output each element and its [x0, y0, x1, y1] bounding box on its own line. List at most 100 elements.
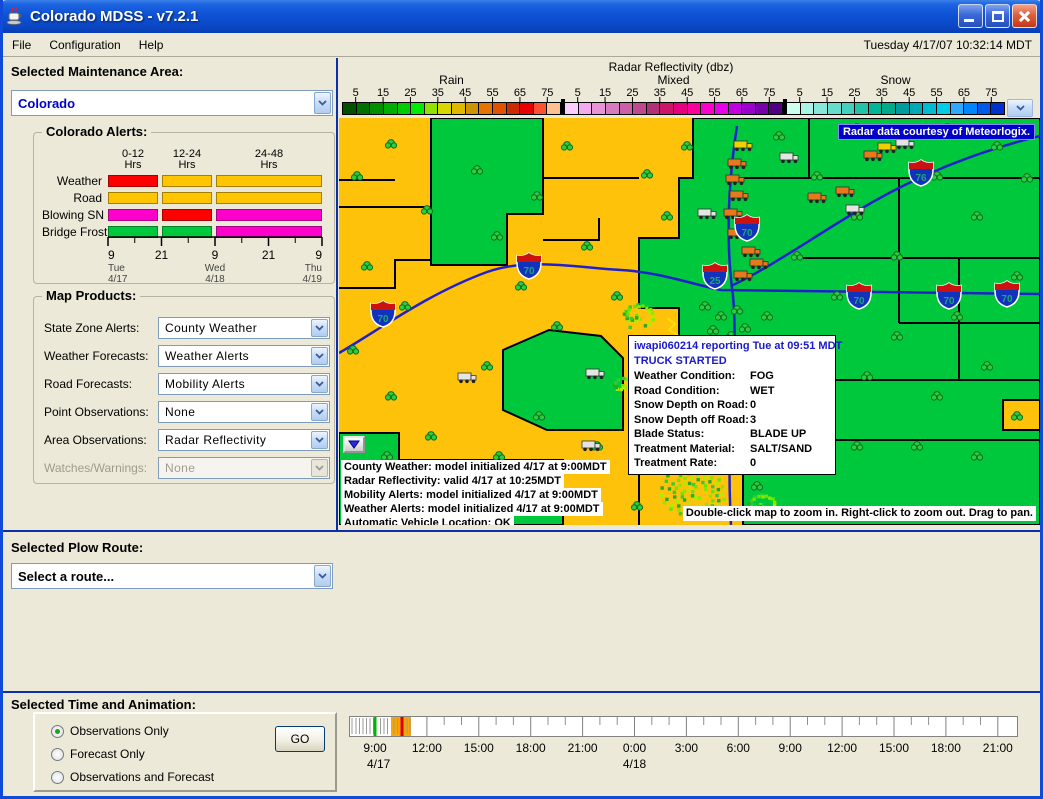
svg-text:9: 9 [212, 248, 219, 262]
svg-text:70: 70 [853, 296, 865, 307]
svg-text:9: 9 [108, 248, 115, 262]
alert-bar-red [162, 209, 212, 221]
plow-route-combo[interactable]: Select a route... [11, 563, 333, 589]
colorbar-scroll-button[interactable] [1007, 99, 1033, 117]
alerts-column-header: 24-48Hrs [216, 149, 322, 171]
colorbar-title: Radar Reflectivity (dbz) [339, 60, 1003, 74]
interstate-shield-25: 25 [703, 263, 727, 289]
alert-bar-magenta [216, 209, 322, 221]
station-marker-icon[interactable] [515, 282, 526, 291]
tooltip-field: Snow Depth off Road:3 [634, 413, 830, 428]
radio-label: Observations and Forecast [70, 770, 214, 784]
chevron-down-icon[interactable] [311, 403, 328, 421]
radio-option-observations-only[interactable]: Observations Only [51, 724, 169, 738]
minimize-button[interactable] [958, 4, 983, 28]
svg-text:Thu: Thu [305, 263, 322, 274]
menu-configuration[interactable]: Configuration [40, 35, 129, 55]
radio-option-forecast-only[interactable]: Forecast Only [51, 747, 145, 761]
map-products-title: Map Products: [42, 288, 140, 303]
product-combo-area-observations[interactable]: Radar Reflectivity [158, 429, 330, 451]
product-value: Weather Alerts [165, 349, 249, 363]
maximize-icon [992, 11, 1004, 22]
station-marker-icon[interactable] [385, 392, 396, 401]
station-marker-icon[interactable] [681, 142, 692, 151]
station-marker-icon[interactable] [351, 172, 362, 181]
svg-text:0:00: 0:00 [623, 741, 647, 755]
maintenance-area-combo[interactable]: Colorado [11, 90, 333, 116]
radio-option-observations-and-forecast[interactable]: Observations and Forecast [51, 770, 214, 784]
alert-bar-magenta [108, 209, 158, 221]
svg-text:70: 70 [1001, 294, 1013, 305]
station-marker-icon[interactable] [493, 452, 504, 461]
chevron-down-icon[interactable] [314, 565, 331, 587]
svg-text:18:00: 18:00 [516, 741, 546, 755]
chevron-down-icon[interactable] [311, 375, 328, 393]
alert-bar-gold [162, 192, 212, 204]
radio-icon[interactable] [51, 748, 64, 761]
station-marker-icon[interactable] [631, 502, 642, 511]
app-window: Colorado MDSS - v7.2.1 FileConfiguration… [0, 0, 1043, 799]
alert-row-label: Road [42, 191, 104, 205]
product-label: State Zone Alerts: [44, 321, 156, 335]
station-marker-icon[interactable] [551, 322, 562, 331]
truck-icon[interactable] [458, 373, 476, 383]
product-label: Watches/Warnings: [44, 461, 156, 475]
menu-bar: FileConfigurationHelp Tuesday 4/17/07 10… [3, 33, 1040, 57]
menu-help[interactable]: Help [130, 35, 173, 55]
alert-bar-gold [216, 175, 322, 187]
go-button[interactable]: GO [275, 726, 325, 752]
map-viewport[interactable]: 7070707625707070 Radar data courtesy of … [339, 118, 1040, 525]
menu-file[interactable]: File [3, 35, 40, 55]
svg-text:21: 21 [155, 248, 169, 262]
product-label: Road Forecasts: [44, 377, 156, 391]
tooltip-field: Blade Status:BLADE UP [634, 427, 830, 442]
station-marker-icon[interactable] [399, 302, 410, 311]
svg-text:21: 21 [262, 248, 276, 262]
close-button[interactable] [1012, 4, 1037, 28]
station-marker-icon[interactable] [385, 140, 396, 149]
station-marker-icon[interactable] [581, 242, 592, 251]
svg-text:Wed: Wed [205, 263, 225, 274]
radio-icon[interactable] [51, 771, 64, 784]
product-value: None [165, 405, 195, 419]
timeline-current-obs-marker [374, 717, 377, 736]
svg-text:70: 70 [377, 314, 389, 325]
alert-row-label: Blowing SN [42, 208, 104, 222]
station-marker-icon[interactable] [361, 262, 372, 271]
station-marker-icon[interactable] [425, 432, 436, 441]
svg-text:70: 70 [523, 266, 535, 277]
station-marker-icon[interactable] [641, 170, 652, 179]
interstate-shield-70: 70 [995, 281, 1019, 307]
svg-text:21:00: 21:00 [568, 741, 598, 755]
tooltip-field: Weather Condition:FOG [634, 369, 830, 384]
product-combo-watches-warnings: None [158, 457, 330, 479]
product-combo-road-forecasts[interactable]: Mobility Alerts [158, 373, 330, 395]
radio-label: Observations Only [70, 724, 169, 738]
tooltip-field: Snow Depth on Road:0 [634, 398, 830, 413]
tooltip-field: Treatment Material:SALT/SAND [634, 442, 830, 457]
product-combo-weather-forecasts[interactable]: Weather Alerts [158, 345, 330, 367]
product-combo-state-zone-alerts[interactable]: County Weather [158, 317, 330, 339]
maximize-button[interactable] [985, 4, 1010, 28]
product-value: None [165, 461, 195, 475]
radio-selected-icon[interactable] [51, 725, 64, 738]
station-marker-icon[interactable] [481, 362, 492, 371]
chevron-down-icon[interactable] [314, 92, 331, 114]
section-divider [3, 691, 1040, 693]
map-status-line: County Weather: model initialized 4/17 a… [341, 460, 610, 474]
tooltip-field: Treatment Rate:0 [634, 456, 830, 471]
alert-row-label: Weather [42, 174, 104, 188]
product-combo-point-observations[interactable]: None [158, 401, 330, 423]
time-slider[interactable]: 9:0012:0015:0018:0021:000:003:006:009:00… [349, 710, 1035, 772]
station-marker-icon[interactable] [561, 142, 572, 151]
map-product-row-state-zone-alerts: State Zone Alerts:County Weather [44, 317, 328, 339]
chevron-down-icon[interactable] [311, 319, 328, 337]
map-overlay-toggle-button[interactable] [343, 436, 365, 453]
map-product-row-watches-warnings: Watches/Warnings: None [44, 457, 328, 479]
colorbar-section-mixed: Mixed515253545556575 [564, 73, 783, 118]
chevron-down-icon[interactable] [311, 347, 328, 365]
interstate-shield-70: 70 [937, 283, 961, 309]
station-marker-icon[interactable] [611, 292, 622, 301]
station-marker-icon[interactable] [661, 212, 672, 221]
chevron-down-icon[interactable] [311, 431, 328, 449]
